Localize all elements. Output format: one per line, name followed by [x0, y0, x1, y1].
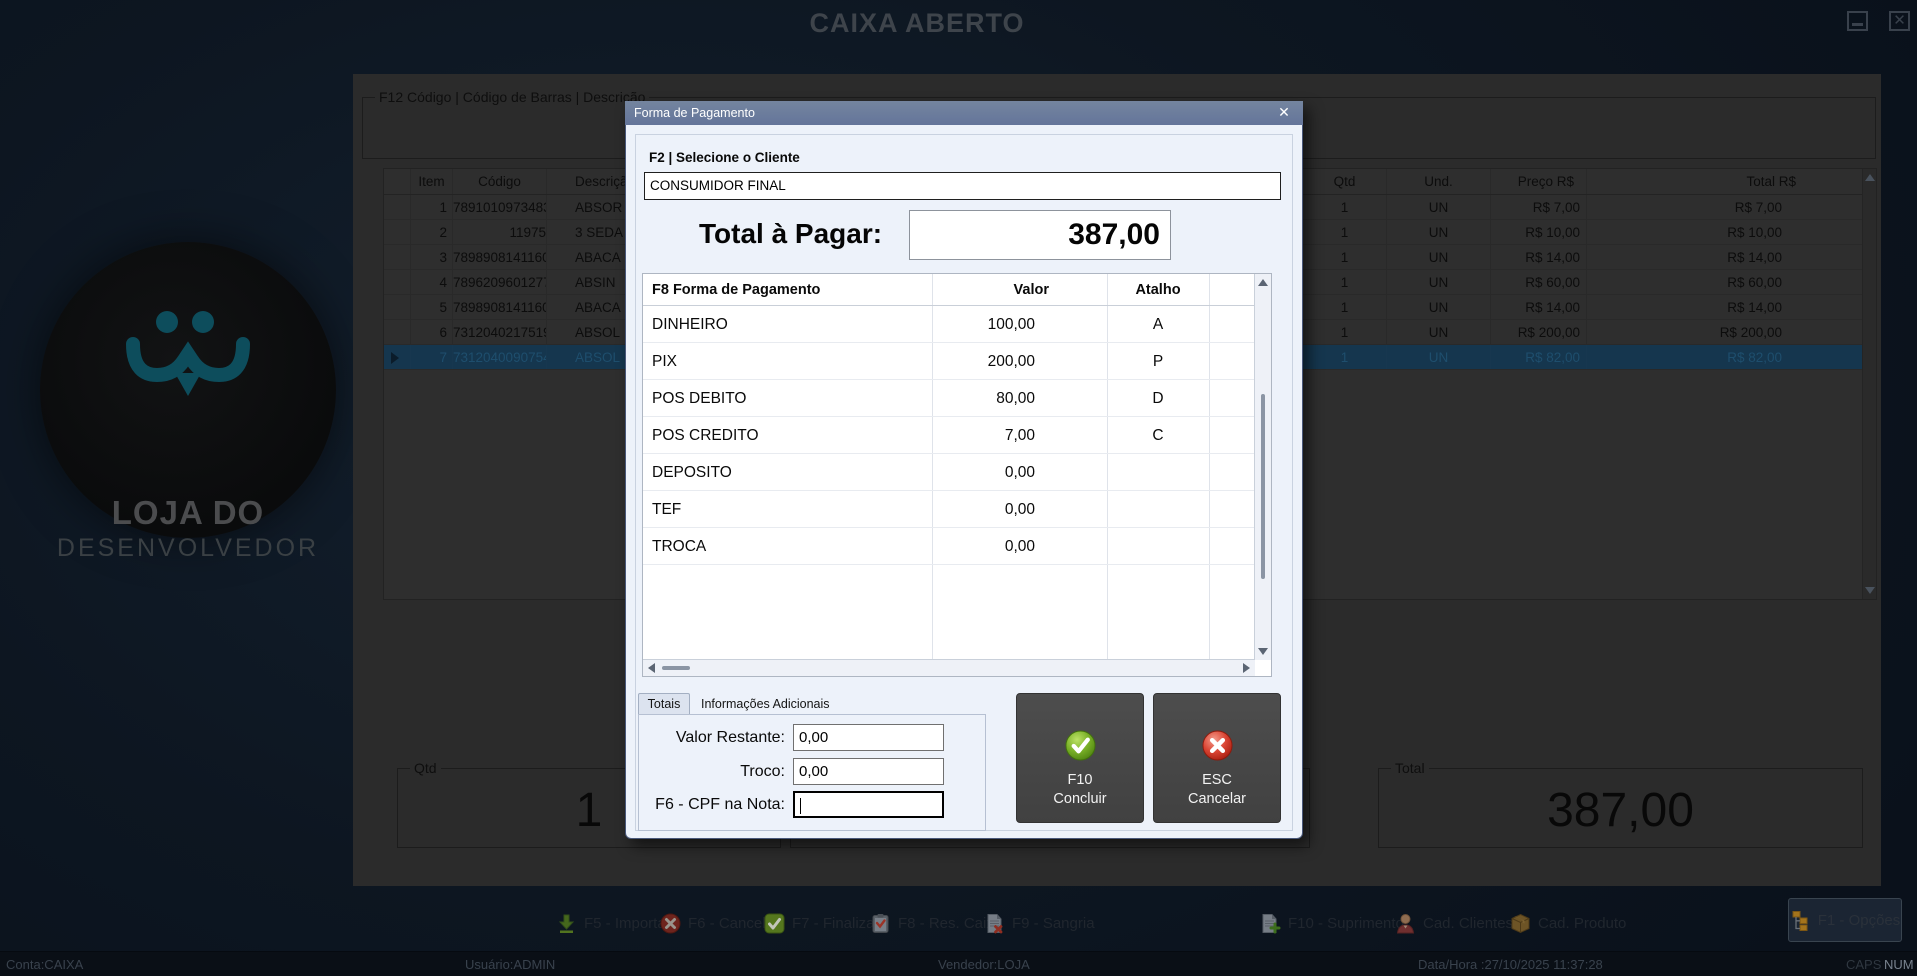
cancelar-key: ESC	[1154, 772, 1280, 788]
cancel-circle-icon	[660, 913, 681, 934]
toolbar-button-sangria[interactable]: F9 - Sangria	[984, 903, 1095, 943]
row-marker-icon	[384, 345, 411, 369]
document-remove-icon	[984, 913, 1005, 934]
toolbar-button-importar[interactable]: F5 - Importar	[556, 903, 671, 943]
cancelar-button[interactable]: ESC Cancelar	[1153, 693, 1281, 823]
download-arrow-icon	[556, 913, 577, 934]
payment-row[interactable]: DINHEIRO100,00A	[643, 306, 1255, 343]
check-circle-icon	[1065, 730, 1096, 761]
payment-row[interactable]: DEPOSITO0,00	[643, 454, 1255, 491]
qtd-label: Qtd	[410, 760, 441, 776]
status-num: NUM	[1884, 957, 1914, 972]
client-select-label: F2 | Selecione o Cliente	[649, 150, 800, 165]
scroll-right-icon[interactable]	[1243, 663, 1250, 673]
logo-text-line2: DESENVOLVEDOR	[40, 534, 336, 563]
toolbar-button-cad-produto[interactable]: Cad. Produto	[1510, 903, 1626, 943]
col-atalho: Atalho	[1107, 274, 1209, 305]
page-title: CAIXA ABERTO	[0, 8, 1834, 39]
scroll-down-icon[interactable]	[1865, 587, 1875, 594]
tab-informacoes-adicionais[interactable]: Informações Adicionais	[701, 693, 830, 715]
total-to-pay-value: 387,00	[909, 210, 1171, 260]
payment-table-header: F8 Forma de Pagamento Valor Atalho	[643, 274, 1255, 306]
total-label: Total	[1391, 760, 1429, 776]
troco-label: Troco:	[505, 763, 785, 781]
payment-table-hscrollbar[interactable]	[643, 659, 1255, 676]
valor-restante-label: Valor Restante:	[505, 729, 785, 747]
box-icon	[1510, 913, 1531, 934]
status-vendedor: Vendedor:LOJA	[938, 957, 1030, 972]
col-valor: Valor	[932, 274, 1107, 305]
maximize-icon	[1852, 23, 1863, 26]
payment-table-vscrollbar[interactable]	[1254, 274, 1271, 660]
status-usuario: Usuário:ADMIN	[465, 957, 555, 972]
text-caret	[800, 798, 801, 814]
totals-panel: Valor Restante: 0,00 Troco: 0,00 F6 - CP…	[638, 714, 986, 831]
tab-totais[interactable]: Totais	[638, 693, 690, 715]
cancel-circle-icon	[1202, 730, 1233, 761]
close-button[interactable]: ✕	[1889, 11, 1910, 31]
concluir-button[interactable]: F10 Concluir	[1016, 693, 1144, 823]
barcode-groupbox-label: F12 Código | Código de Barras | Descriçã…	[375, 89, 649, 105]
payment-methods-table: F8 Forma de Pagamento Valor Atalho DINHE…	[642, 273, 1272, 677]
scrollbar-thumb[interactable]	[662, 666, 690, 670]
col-preco: Preço R$	[1491, 169, 1587, 194]
troco-input[interactable]: 0,00	[793, 758, 944, 785]
payment-row[interactable]: PIX200,00P	[643, 343, 1255, 380]
logo-text-line1: LOJA DO	[40, 494, 336, 532]
status-caps: CAPS	[1846, 957, 1881, 972]
toolbar-button-suprimento[interactable]: F10 - Suprimento	[1260, 903, 1404, 943]
col-item: Item	[411, 169, 453, 194]
payment-dialog: Forma de Pagamento ✕ F2 | Selecione o Cl…	[625, 101, 1303, 839]
col-total: Total R$	[1587, 169, 1863, 194]
scroll-left-icon[interactable]	[648, 663, 655, 673]
col-forma-pagamento: F8 Forma de Pagamento	[643, 274, 932, 305]
col-qtd: Qtd	[1303, 169, 1387, 194]
clipboard-icon	[870, 913, 891, 934]
payment-row[interactable]: POS CREDITO7,00C	[643, 417, 1255, 454]
status-conta: Conta:CAIXA	[6, 957, 83, 972]
col-codigo: Código	[453, 169, 547, 194]
store-logo: LOJA DO DESENVOLVEDOR	[40, 242, 336, 538]
cancelar-label: Cancelar	[1154, 791, 1280, 807]
status-bar: Conta:CAIXA Usuário:ADMIN Vendedor:LOJA …	[0, 951, 1917, 976]
valor-restante-input[interactable]: 0,00	[793, 724, 944, 751]
scroll-up-icon[interactable]	[1258, 279, 1268, 286]
toolbar-button-opcoes[interactable]: F1 - Opções	[1788, 898, 1902, 942]
col-und: Und.	[1387, 169, 1491, 194]
total-value: 387,00	[1379, 783, 1862, 838]
status-datahora: Data/Hora :27/10/2025 11:37:28	[1418, 957, 1603, 972]
concluir-label: Concluir	[1017, 791, 1143, 807]
payment-row[interactable]: TROCA0,00	[643, 528, 1255, 565]
scroll-down-icon[interactable]	[1258, 648, 1268, 655]
options-tree-icon	[1790, 910, 1811, 931]
total-to-pay-label: Total à Pagar:	[699, 218, 882, 250]
document-add-icon	[1260, 913, 1281, 934]
scrollbar-thumb[interactable]	[1261, 394, 1265, 579]
toolbar-button-cancela[interactable]: F6 - Cancela	[660, 903, 774, 943]
cpf-nota-input[interactable]	[793, 791, 944, 818]
person-icon	[1395, 913, 1416, 934]
maximize-button[interactable]	[1847, 11, 1868, 31]
cpf-nota-label: F6 - CPF na Nota:	[505, 796, 785, 814]
concluir-key: F10	[1017, 772, 1143, 788]
payment-row[interactable]: TEF0,00	[643, 491, 1255, 528]
grid-scrollbar[interactable]	[1862, 169, 1876, 599]
toolbar-button-finaliza[interactable]: F7 - Finaliza	[764, 903, 875, 943]
total-groupbox: Total 387,00	[1378, 768, 1863, 848]
scroll-up-icon[interactable]	[1865, 174, 1875, 181]
toolbar-button-cad-clientes[interactable]: Cad. Clientes	[1395, 903, 1513, 943]
payment-row[interactable]: POS DEBITO80,00D	[643, 380, 1255, 417]
check-icon	[764, 913, 785, 934]
toolbar-button-res-caixa[interactable]: F8 - Res. Caixa	[870, 903, 1002, 943]
client-input[interactable]: CONSUMIDOR FINAL	[644, 172, 1281, 200]
